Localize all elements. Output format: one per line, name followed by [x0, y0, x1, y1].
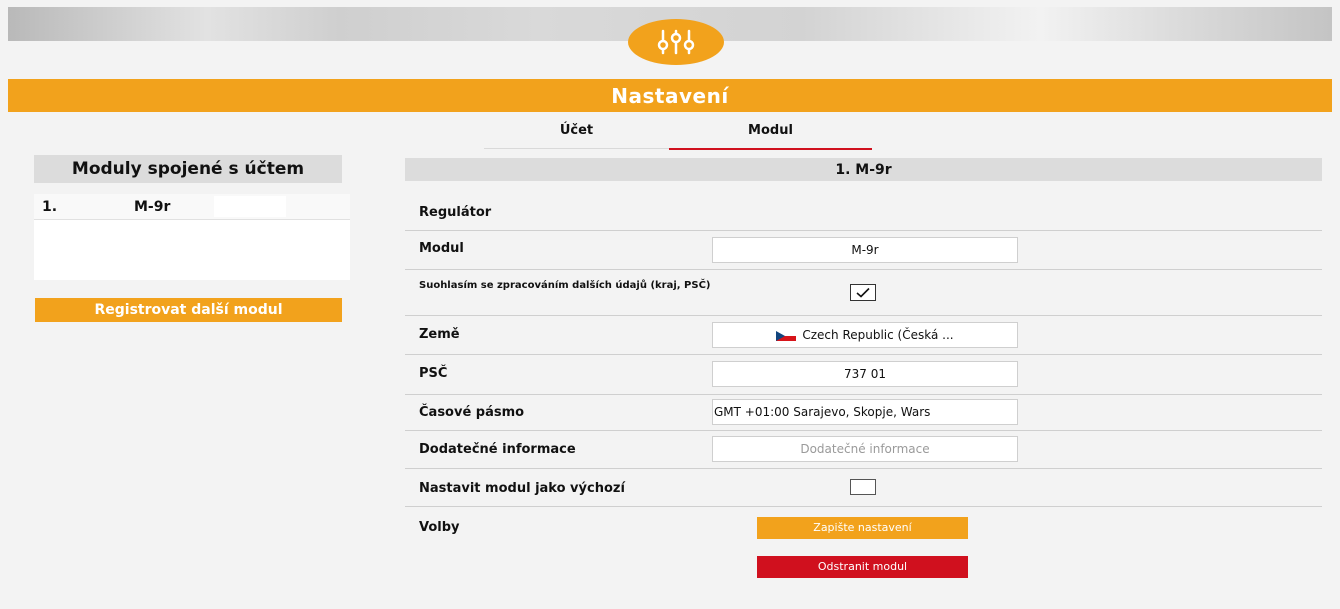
row-extra-info: Dodatečné informace Dodatečné informace — [405, 431, 1322, 469]
row-options: Volby Zapište nastavení Odstranit modul — [405, 507, 1322, 587]
tab-account[interactable]: Účet — [484, 116, 669, 149]
czech-flag-icon — [776, 330, 797, 341]
checkmark-icon — [856, 287, 870, 298]
delete-module-button[interactable]: Odstranit modul — [757, 556, 968, 578]
row-zip: PSČ 737 01 — [405, 355, 1322, 395]
module-name: M-9r — [134, 199, 171, 215]
country-value: Czech Republic (Česká ... — [802, 328, 954, 342]
consent-checkbox[interactable] — [850, 284, 876, 301]
consent-label: Suohlasím se zpracováním dalších údajů (… — [419, 280, 711, 291]
row-country: Země Czech Republic (Česká ... — [405, 316, 1322, 355]
module-list-item[interactable]: 1. M-9r — [34, 194, 350, 220]
extra-info-label: Dodatečné informace — [419, 442, 576, 457]
module-list: 1. M-9r — [34, 194, 350, 280]
save-settings-button[interactable]: Zapište nastavení — [757, 517, 968, 539]
row-module: Modul M-9r — [405, 231, 1322, 270]
timezone-select[interactable]: GMT +01:00 Sarajevo, Skopje, Wars — [712, 399, 1018, 425]
module-label: Modul — [419, 241, 464, 256]
zip-label: PSČ — [419, 366, 448, 381]
module-name-field[interactable]: M-9r — [712, 237, 1018, 263]
timezone-label: Časové pásmo — [419, 405, 525, 420]
page-title: Nastavení — [8, 79, 1332, 112]
row-regulator: Regulátor — [405, 193, 1322, 231]
tab-module[interactable]: Modul — [669, 116, 872, 150]
default-checkbox[interactable] — [850, 479, 876, 495]
country-label: Země — [419, 327, 460, 342]
extra-info-field[interactable]: Dodatečné informace — [712, 436, 1018, 462]
sidebar-title: Moduly spojené s účtem — [34, 155, 342, 183]
module-header: 1. M-9r — [405, 158, 1322, 181]
default-label: Nastavit modul jako výchozí — [419, 481, 625, 496]
register-module-button[interactable]: Registrovat další modul — [35, 298, 342, 322]
row-timezone: Časové pásmo GMT +01:00 Sarajevo, Skopje… — [405, 395, 1322, 431]
country-select[interactable]: Czech Republic (Česká ... — [712, 322, 1018, 348]
options-label: Volby — [419, 520, 460, 535]
module-item-blank — [214, 196, 286, 217]
row-consent: Suohlasím se zpracováním dalších údajů (… — [405, 270, 1322, 316]
module-index: 1. — [42, 199, 58, 215]
regulator-label: Regulátor — [419, 205, 492, 220]
settings-sliders-icon — [628, 19, 724, 65]
row-default: Nastavit modul jako výchozí — [405, 469, 1322, 507]
zip-field[interactable]: 737 01 — [712, 361, 1018, 387]
